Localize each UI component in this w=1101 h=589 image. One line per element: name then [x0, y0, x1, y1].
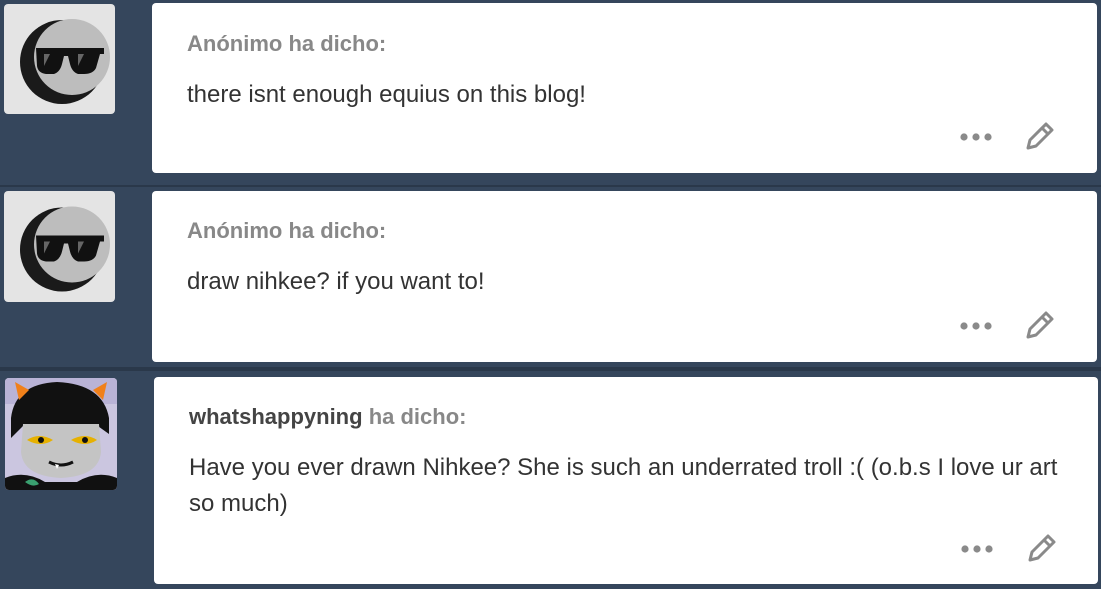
ask-card: Anónimo ha dicho: there isnt enough equi… — [152, 3, 1097, 173]
avatar[interactable] — [4, 4, 115, 114]
troll-avatar-icon — [5, 378, 117, 490]
more-options-icon[interactable] — [959, 131, 993, 143]
ask-post: whatshappyning ha dicho: Have you ever d… — [0, 371, 1101, 589]
asked-suffix: ha dicho: — [368, 404, 467, 429]
ask-card: whatshappyning ha dicho: Have you ever d… — [154, 377, 1098, 584]
avatar[interactable] — [5, 378, 117, 490]
ask-post: Anónimo ha dicho: there isnt enough equi… — [0, 0, 1101, 185]
question-text: Have you ever drawn Nihkee? She is such … — [189, 454, 1058, 517]
asker-line: Anónimo ha dicho: — [187, 31, 386, 57]
pencil-edit-icon[interactable] — [1024, 530, 1060, 566]
question-text: there isnt enough equius on this blog! — [187, 81, 586, 108]
avatar[interactable] — [4, 191, 115, 302]
asker-name[interactable]: whatshappyning — [189, 404, 363, 429]
asker-line: whatshappyning ha dicho: — [189, 404, 466, 430]
more-options-icon[interactable] — [959, 320, 993, 332]
sunglasses-moon-avatar-icon — [20, 19, 110, 104]
asked-suffix: ha dicho: — [288, 218, 387, 243]
ask-post: Anónimo ha dicho: draw nihkee? if you wa… — [0, 187, 1101, 367]
asker-line: Anónimo ha dicho: — [187, 218, 386, 244]
more-options-icon[interactable] — [960, 543, 994, 555]
ask-card: Anónimo ha dicho: draw nihkee? if you wa… — [152, 191, 1097, 362]
pencil-edit-icon[interactable] — [1022, 118, 1058, 154]
asked-suffix: ha dicho: — [288, 31, 387, 56]
question-text: draw nihkee? if you want to! — [187, 268, 485, 295]
pencil-edit-icon[interactable] — [1022, 307, 1058, 343]
asker-name[interactable]: Anónimo — [187, 31, 282, 56]
sunglasses-moon-avatar-icon — [20, 206, 110, 292]
asker-name[interactable]: Anónimo — [187, 218, 282, 243]
